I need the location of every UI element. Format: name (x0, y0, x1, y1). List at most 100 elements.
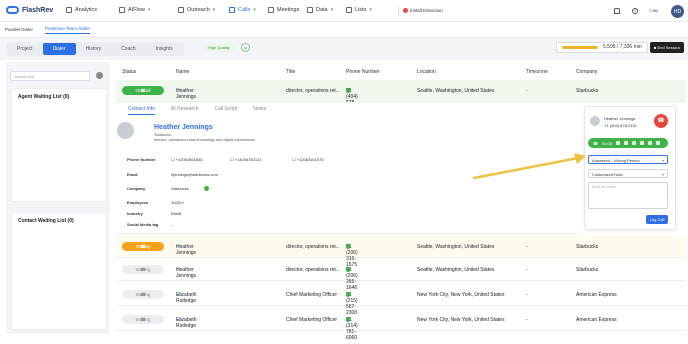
top-nav (0, 0, 688, 22)
contact-title: Chief Marketing Officer (286, 317, 338, 323)
verified-icon (346, 317, 350, 322)
contact-company: American Express (576, 317, 617, 323)
chevron-down-icon: ▾ (330, 7, 334, 13)
table-row[interactable]: ☎ Dialing Heather Jennings +0 director, o… (116, 236, 686, 268)
contact-title: director, operations ret... (286, 88, 340, 94)
table-row[interactable]: ☎ On Call Heather Jennings +0 director, o… (116, 80, 686, 112)
verified-icon (346, 88, 350, 93)
hold-icon[interactable] (648, 141, 652, 145)
company-label: Company (127, 186, 146, 191)
database-icon (307, 7, 313, 13)
phone-value-1[interactable]: ☐ +12062651646 (171, 157, 203, 162)
end-session-button[interactable]: ■ End Session (650, 42, 684, 53)
company-link-icon[interactable] (204, 186, 209, 191)
contact-company: Starbucks (576, 267, 599, 273)
usage-bar (562, 46, 598, 49)
nav-analytics[interactable]: Analytics (66, 7, 97, 13)
tab-coach[interactable]: Coach (111, 43, 145, 55)
col-company: Company (576, 69, 598, 75)
phone-label: Phone Number (127, 157, 156, 162)
main-tabs: Project Dialer History Coach Insights (6, 42, 184, 56)
signal-icon[interactable]: ψ (241, 43, 250, 52)
note-type-select[interactable]: Customized Note ▾ (588, 169, 668, 178)
keypad-icon[interactable] (624, 141, 628, 145)
install-extension-link[interactable]: Install Extension (403, 8, 443, 13)
contact-detail-headline: director, operations retail technology a… (154, 138, 255, 142)
contact-location: Seattle, Washington, United States (417, 267, 495, 273)
status-badge: ☎ Dialing (122, 242, 164, 251)
usage-text: 5,595 / 7,336 min (603, 44, 642, 50)
nav-outreach[interactable]: Outreach ▾ (178, 7, 215, 13)
tab-project[interactable]: Project (7, 43, 43, 55)
nav-aiflow[interactable]: AIFlow ▾ (119, 7, 150, 13)
contact-company: Starbucks (576, 88, 599, 94)
disposition-select[interactable]: Answered – Wrong Person ▾ (588, 155, 668, 164)
send-icon (178, 7, 184, 13)
nav-calls[interactable]: Calls ▾ (229, 7, 256, 13)
notes-textarea[interactable]: Enter the notes (588, 182, 668, 209)
list-icon (346, 7, 352, 13)
call-controls: ☎ 00:08 (588, 138, 668, 148)
calendar-icon (268, 7, 274, 13)
nav-data[interactable]: Data ▾ (307, 7, 333, 13)
table-row[interactable]: ☎ Waiting Elizabeth Rutledge +0 Chief Mar… (116, 284, 686, 316)
transfer-icon[interactable] (632, 141, 636, 145)
call-timer: 00:08 (601, 140, 612, 146)
mobile-icon: ☐ (230, 157, 234, 162)
contact-detail-company: Starbucks (154, 133, 171, 137)
tab-contact-info[interactable]: Contact Info (128, 106, 155, 115)
user-avatar[interactable]: HD (671, 5, 684, 18)
social-value: -- (171, 222, 174, 227)
caller-avatar (590, 116, 600, 126)
record-icon[interactable] (640, 141, 644, 145)
verified-icon (346, 292, 350, 297)
more-icon[interactable] (656, 141, 660, 145)
contact-timezone: - (526, 292, 528, 298)
nav-lists[interactable]: Lists ▾ (346, 7, 372, 13)
agent-waiting-title: Agent Waiting List (0) (18, 94, 70, 100)
contact-timezone: - (526, 244, 528, 250)
tab-dialer[interactable]: Dialer (42, 43, 76, 55)
search-input[interactable]: sound only (10, 71, 90, 81)
stop-icon: ■ (654, 45, 657, 50)
predictive-dialer-tab[interactable]: Predictive Team Dialer (45, 26, 90, 34)
contact-title: director, operations ret... (286, 267, 340, 273)
email-value[interactable]: hjennings@starbucks.com (171, 172, 218, 177)
tab-notes[interactable]: Notes (253, 106, 266, 115)
table-header: Status Name Title Phone Number Location … (116, 66, 686, 78)
logo-icon (6, 6, 19, 14)
nav-meetings[interactable]: Meetings (268, 7, 299, 13)
table-row[interactable]: ☎ Waiting Elizabeth Rutledge +0 Chief Mar… (116, 309, 686, 341)
hangup-button[interactable]: ☎ (654, 114, 668, 128)
flow-icon (119, 7, 125, 13)
phone-value-2[interactable]: ☐ +14046782121 (230, 157, 262, 162)
tab-insights[interactable]: Insights (146, 43, 183, 55)
industry-label: Industry (127, 211, 143, 216)
social-label: Social Media tag (127, 222, 159, 227)
log-call-button[interactable]: Log Call (646, 215, 668, 224)
help-icon[interactable]: ? (632, 8, 638, 14)
contact-waiting-panel: Contact Waiting List (0) (11, 212, 107, 330)
credits-badge: 7.9M (649, 8, 658, 13)
tab-ai-research[interactable]: AI Research (171, 106, 199, 115)
chevron-down-icon: ▾ (661, 172, 664, 177)
contact-timezone: - (526, 88, 528, 94)
tab-call-script[interactable]: Call Script (214, 106, 237, 115)
phone-value-3[interactable]: ☐ +12063161575 (292, 157, 324, 162)
employees-label: Employees (127, 200, 149, 205)
parallel-dialer-tab[interactable]: Parallel Dialer (5, 27, 33, 32)
contact-location: Seattle, Washington, United States (417, 244, 495, 250)
contact-detail-name: Heather Jennings (154, 124, 213, 131)
bell-icon[interactable] (614, 8, 620, 14)
contact-location: New York City, New York, United States (417, 317, 505, 323)
col-location: Location (417, 69, 436, 75)
app-logo[interactable]: FlashRev (6, 6, 53, 14)
table-row[interactable]: ☎ Waiting Heather Jennings +0 director, o… (116, 259, 686, 291)
company-value[interactable]: Starbucks (171, 186, 189, 191)
gear-icon[interactable] (96, 72, 103, 79)
mute-icon[interactable] (616, 141, 620, 145)
tab-history[interactable]: History (76, 43, 112, 55)
col-timezone: Timezone (526, 69, 548, 75)
chevron-down-icon: ▾ (661, 158, 664, 163)
mobile-icon: ☐ (292, 157, 296, 162)
